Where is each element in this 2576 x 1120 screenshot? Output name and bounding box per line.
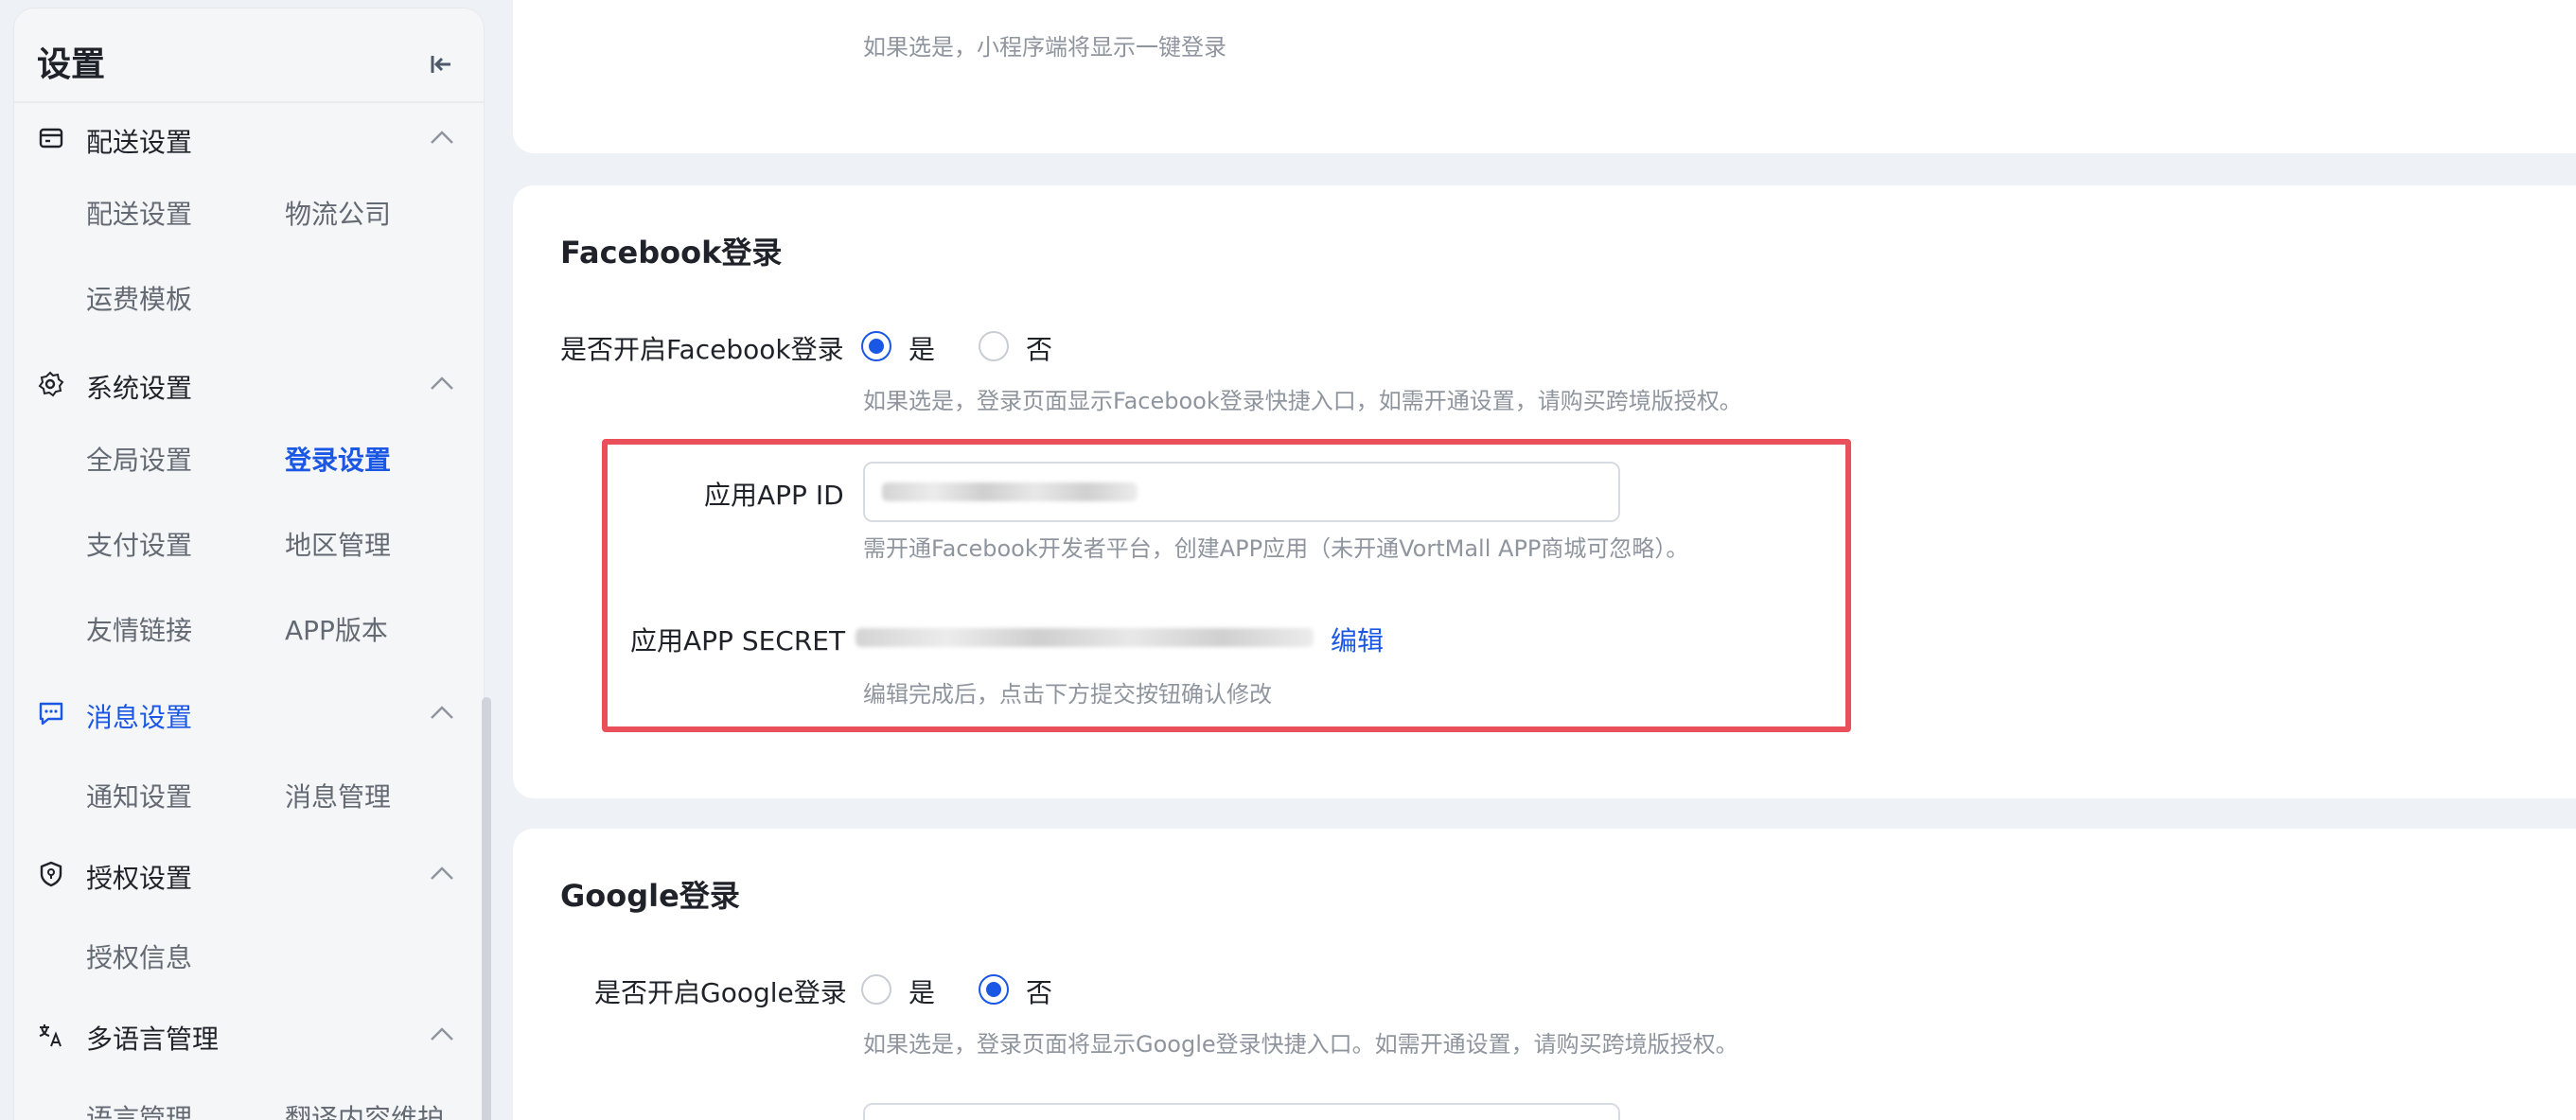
- sidebar-item-payment-settings[interactable]: 支付设置: [86, 525, 192, 563]
- translate-icon: [39, 1024, 62, 1047]
- sidebar-group-label: 多语言管理: [86, 1024, 220, 1055]
- chevron-up-icon: [431, 376, 453, 390]
- google-enable-no-label[interactable]: 否: [1026, 972, 1052, 1010]
- sidebar-group-label: 授权设置: [86, 863, 193, 894]
- sidebar-group-message[interactable]: 消息设置: [14, 686, 484, 743]
- sidebar-item-app-version[interactable]: APP版本: [285, 610, 388, 648]
- google-app-id-input[interactable]: [863, 1103, 1620, 1120]
- chevron-up-icon: [431, 131, 453, 144]
- google-enable-label: 是否开启Google登录: [594, 977, 847, 1008]
- facebook-enable-no-label[interactable]: 否: [1026, 329, 1052, 367]
- sidebar-item-global-settings[interactable]: 全局设置: [86, 440, 192, 478]
- google-enable-no-radio[interactable]: [979, 974, 1009, 1005]
- sidebar-group-multilanguage[interactable]: 多语言管理: [14, 1007, 484, 1064]
- facebook-enable-label: 是否开启Facebook登录: [560, 334, 844, 365]
- chevron-up-icon: [431, 1027, 453, 1041]
- sidebar-item-translation-maintenance[interactable]: 翻译内容维护: [285, 1098, 444, 1120]
- sidebar-item-notification-settings[interactable]: 通知设置: [86, 777, 192, 814]
- one-click-login-card: 如果选是，小程序端将显示一键登录: [513, 0, 2576, 153]
- sidebar-group-label: 消息设置: [86, 702, 193, 733]
- shield-icon: [40, 861, 62, 887]
- sidebar-item-authorization-info[interactable]: 授权信息: [86, 937, 192, 975]
- sidebar-scrollbar[interactable]: [482, 697, 491, 1120]
- one-click-login-hint: 如果选是，小程序端将显示一键登录: [863, 34, 1226, 61]
- facebook-enable-hint: 如果选是，登录页面显示Facebook登录快捷入口，如需开通设置，请购买跨境版授…: [863, 388, 1742, 414]
- sidebar-item-region-management[interactable]: 地区管理: [285, 525, 391, 563]
- sidebar-item-login-settings[interactable]: 登录设置: [285, 440, 391, 478]
- sidebar-group-label: 系统设置: [86, 373, 193, 404]
- facebook-enable-yes-label[interactable]: 是: [909, 329, 935, 367]
- chevron-up-icon: [431, 706, 453, 719]
- sidebar-item-message-management[interactable]: 消息管理: [285, 777, 391, 814]
- settings-sidebar: 设置 配送设置 配送设置 物流公司 运费模板 系统设置 全局设置 登录设置 支付…: [13, 8, 491, 1120]
- sidebar-item-shipping-template[interactable]: 运费模板: [86, 279, 192, 317]
- sidebar-item-delivery-settings[interactable]: 配送设置: [86, 194, 192, 232]
- chevron-up-icon: [431, 866, 453, 880]
- sidebar-item-logistics[interactable]: 物流公司: [285, 194, 391, 232]
- facebook-enable-yes-radio[interactable]: [861, 331, 891, 361]
- google-enable-yes-radio[interactable]: [861, 974, 891, 1005]
- sidebar-group-label: 配送设置: [86, 127, 193, 158]
- collapse-sidebar-icon[interactable]: [427, 50, 455, 79]
- google-enable-yes-label[interactable]: 是: [909, 972, 935, 1010]
- google-section-title: Google登录: [560, 878, 740, 914]
- sidebar-item-friend-links[interactable]: 友情链接: [86, 610, 192, 648]
- google-login-card: Google登录 是否开启Google登录 是 否 如果选是，登录页面将显示Go…: [513, 829, 2576, 1120]
- sidebar-title: 设置: [37, 45, 106, 84]
- gear-icon: [38, 371, 64, 397]
- facebook-section-title: Facebook登录: [560, 235, 783, 271]
- facebook-enable-no-radio[interactable]: [979, 331, 1009, 361]
- sidebar-group-delivery[interactable]: 配送设置: [14, 111, 484, 167]
- sidebar-item-language-management[interactable]: 语言管理: [86, 1098, 192, 1120]
- sidebar-group-authorization[interactable]: 授权设置: [14, 847, 484, 903]
- google-enable-hint: 如果选是，登录页面将显示Google登录快捷入口。如需开通设置，请购买跨境版授权…: [863, 1031, 1738, 1058]
- message-icon: [39, 702, 63, 726]
- delivery-icon: [39, 128, 63, 149]
- annotation-highlight-box: [602, 439, 1851, 732]
- sidebar-group-system[interactable]: 系统设置: [14, 357, 484, 413]
- sidebar-header: 设置: [14, 9, 484, 103]
